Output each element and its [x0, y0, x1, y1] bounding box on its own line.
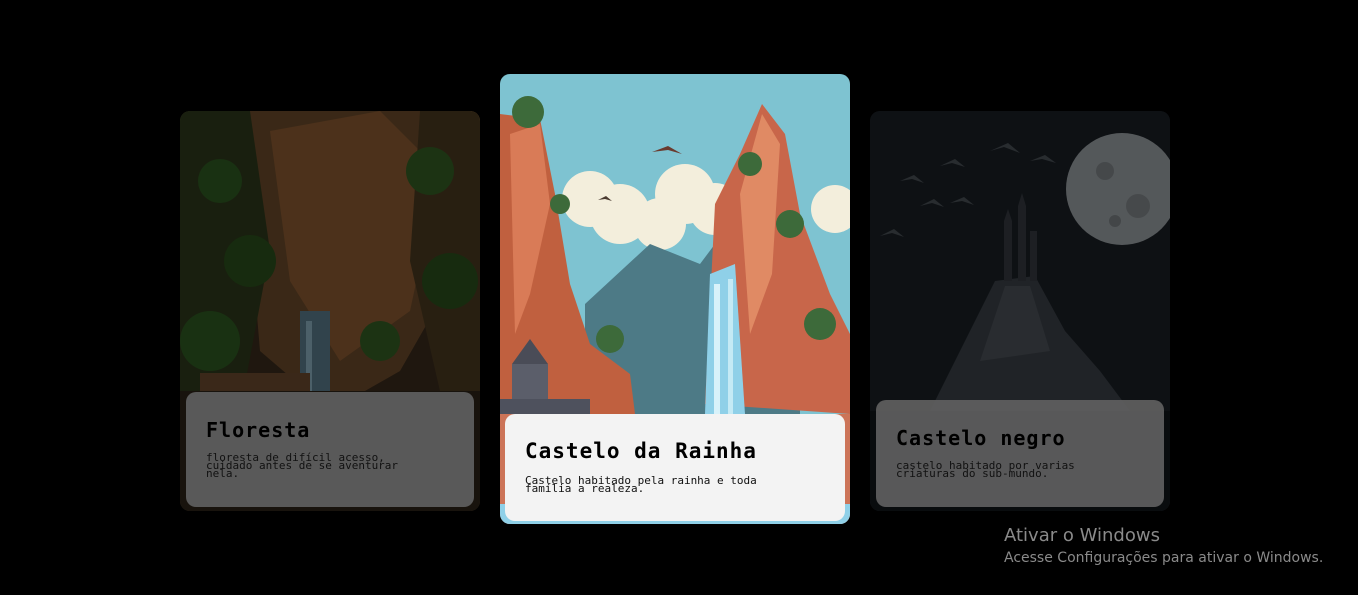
watermark-subtitle: Acesse Configurações para ativar o Windo…	[1004, 550, 1324, 566]
windows-activation-watermark: Ativar o Windows Acesse Configurações pa…	[1004, 524, 1323, 568]
card-castelo-da-rainha[interactable]: Castelo da Rainha Castelo habitado pela …	[500, 74, 850, 524]
card-description: castelo habitado por varias criaturas do…	[896, 459, 1075, 480]
card-info-panel: Floresta floresta de difícil acesso, cui…	[186, 392, 474, 507]
card-title: Castelo da Rainha	[525, 439, 757, 463]
card-info-panel: Castelo negro castelo habitado por varia…	[876, 400, 1164, 507]
card-description: floresta de difícil acesso, cuidado ante…	[206, 451, 399, 480]
card-floresta[interactable]: Floresta floresta de difícil acesso, cui…	[180, 111, 480, 511]
card-description: Castelo habitado pela rainha e toda famí…	[525, 474, 757, 495]
card-title: Castelo negro	[896, 426, 1066, 450]
watermark-title: Ativar o Windows	[1004, 525, 1160, 546]
card-info-panel: Castelo da Rainha Castelo habitado pela …	[505, 414, 845, 521]
card-title: Floresta	[206, 418, 311, 442]
card-castelo-negro[interactable]: Castelo negro castelo habitado por varia…	[870, 111, 1170, 511]
